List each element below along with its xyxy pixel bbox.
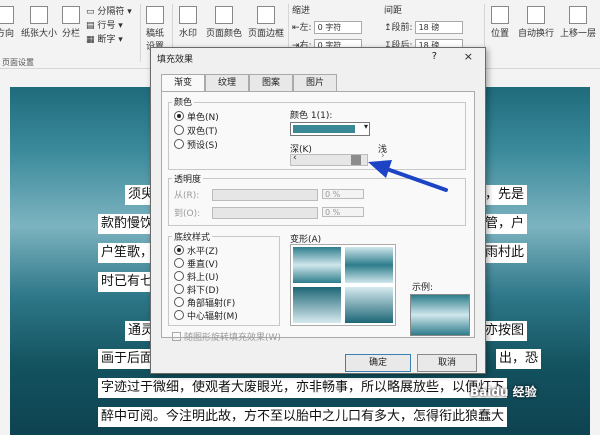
text-line: 款酌慢饮 [98, 214, 157, 234]
hyphenation-button[interactable]: ▦ 断字 ▾ [86, 32, 123, 45]
radio-one-color[interactable]: 单色(N) [174, 110, 219, 123]
cancel-button[interactable]: 取消 [417, 354, 477, 372]
slider-left-arrow-icon: ‹ [293, 153, 297, 163]
text-line: 亦按图 [482, 321, 528, 341]
tab-gradient[interactable]: 渐变 [161, 74, 205, 92]
radio-selected-icon [174, 111, 184, 121]
text-line: 醉中可阅。今注明此故，方不至以胎中之儿口有多大，怎得衔此狼蠢大 [98, 407, 508, 427]
brightness-slider[interactable]: ‹ [290, 153, 368, 166]
radio-icon [174, 310, 184, 320]
text-line: 出，恐 [496, 349, 542, 369]
radio-diagonal-down[interactable]: 斜下(D) [174, 283, 219, 296]
orientation-icon [0, 6, 14, 24]
rotate-with-shape-checkbox[interactable]: 随图形旋转填充效果(W) [172, 330, 281, 343]
text-line: 管，户 [482, 214, 528, 234]
radio-icon [174, 258, 184, 268]
radio-two-colors[interactable]: 双色(T) [174, 124, 218, 137]
page-setup-group-label: 页面设置 [2, 58, 34, 67]
line-numbers-button[interactable]: ▤ 行号 ▾ [86, 18, 123, 31]
chevron-down-icon: ▾ [363, 122, 368, 131]
sample-preview [410, 294, 470, 336]
indent-label: 缩进 [292, 6, 311, 16]
paper-size-button[interactable]: 纸张大小 [20, 6, 58, 39]
text-line: 雨村此 [482, 243, 528, 263]
ribbon-divider [140, 4, 141, 62]
position-button[interactable]: 位置 [488, 6, 512, 39]
columns-button[interactable]: 分栏 [60, 6, 82, 39]
draft-paper-icon [146, 6, 164, 24]
tab-texture[interactable]: 纹理 [205, 74, 249, 91]
radio-icon [174, 284, 184, 294]
variants-grid [290, 244, 396, 326]
tab-picture[interactable]: 图片 [293, 74, 337, 91]
breaks-button[interactable]: ▭ 分隔符 ▾ [86, 4, 132, 17]
variant-option[interactable] [345, 247, 393, 283]
from-label: 从(R): [174, 191, 200, 201]
text-line: ，先是 [482, 185, 528, 205]
spacing-before-field[interactable]: ↥段前: 18 磅 [384, 20, 463, 34]
from-slider[interactable] [212, 189, 318, 201]
draft-paper-button[interactable]: 稿纸设置 [142, 6, 168, 52]
ok-button[interactable]: 确定 [345, 354, 411, 372]
colors-legend: 颜色 [172, 95, 195, 108]
page-color-button[interactable]: 页面颜色 [204, 6, 244, 39]
from-value[interactable]: 0 % [322, 189, 364, 199]
indent-left-field[interactable]: ⇤左: 0 字符 [292, 20, 362, 34]
text-line: 画于后面 [98, 349, 157, 369]
slider-thumb[interactable] [351, 155, 361, 165]
bring-forward-button[interactable]: 上移一层 [558, 6, 598, 39]
to-slider[interactable] [212, 207, 318, 219]
watermark-icon [179, 6, 197, 24]
wrap-text-icon [527, 6, 545, 24]
to-value[interactable]: 0 % [322, 207, 364, 217]
to-label: 到(O): [174, 209, 201, 219]
watermark: Baidu 经验 [470, 385, 537, 399]
bring-forward-icon [569, 6, 587, 24]
color1-label: 颜色 1(1): [290, 111, 333, 121]
color1-dropdown[interactable]: ▾ [290, 122, 370, 136]
radio-horizontal[interactable]: 水平(Z) [174, 244, 218, 257]
page-borders-button[interactable]: 页面边框 [246, 6, 286, 39]
paper-size-icon [30, 6, 48, 24]
shading-legend: 底纹样式 [172, 230, 213, 243]
radio-diagonal-up[interactable]: 斜上(U) [174, 270, 219, 283]
radio-vertical[interactable]: 垂直(V) [174, 257, 218, 270]
radio-icon [174, 271, 184, 281]
text-line: 字迹过于微细，使观者大废眼光，亦非畅事，所以略展放些，以便灯下 [98, 378, 508, 398]
radio-icon [174, 125, 184, 135]
variant-option[interactable] [345, 287, 393, 323]
orientation-button[interactable]: 方向 [0, 6, 16, 39]
dialog-title: 填充效果 [157, 55, 194, 65]
tab-pattern[interactable]: 图案 [249, 74, 293, 91]
radio-from-center[interactable]: 中心辐射(M) [174, 309, 238, 322]
position-icon [491, 6, 509, 24]
variant-option[interactable] [293, 287, 341, 323]
watermark-button[interactable]: 水印 [176, 6, 200, 39]
slider-right-arrow-icon[interactable]: › [381, 151, 385, 161]
radio-selected-icon [174, 245, 184, 255]
spacing-label: 间距 [384, 6, 403, 16]
variant-option[interactable] [293, 247, 341, 283]
columns-icon [62, 6, 80, 24]
text-line: 时已有七 [98, 272, 157, 292]
transparency-legend: 透明度 [172, 172, 204, 185]
color-swatch [293, 125, 355, 133]
radio-from-corner[interactable]: 角部辐射(F) [174, 296, 235, 309]
help-button[interactable]: ? [432, 51, 437, 62]
page-borders-icon [257, 6, 275, 24]
close-button[interactable]: × [464, 50, 473, 63]
radio-icon [174, 297, 184, 307]
sample-label: 示例: [412, 283, 434, 293]
wrap-text-button[interactable]: 自动换行 [516, 6, 556, 39]
radio-preset[interactable]: 预设(S) [174, 138, 218, 151]
radio-icon [174, 139, 184, 149]
text-line: 户笙歌， [98, 243, 157, 263]
fill-effects-dialog: 填充效果 ? × 渐变 纹理 图案 图片 颜色 单色(N) 双色(T) 预设(S… [150, 47, 486, 374]
gradient-panel: 颜色 单色(N) 双色(T) 预设(S) 颜色 1(1): ▾ 深(K) 浅 ‹… [161, 91, 475, 343]
page-color-icon [215, 6, 233, 24]
